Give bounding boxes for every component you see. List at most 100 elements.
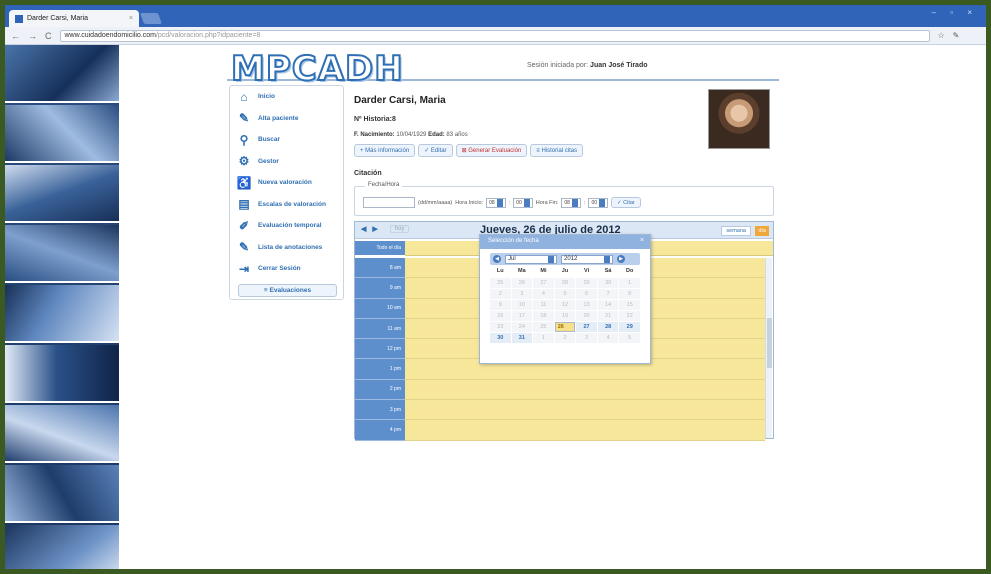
scrollbar-thumb[interactable] xyxy=(767,318,772,368)
sidebar-item-escalas[interactable]: ▤ Escalas de valoración xyxy=(230,194,343,216)
appointment-title: Citación xyxy=(354,170,382,177)
calendar-day[interactable]: 28 xyxy=(554,278,576,288)
evaluations-button[interactable]: ≡ Evaluaciones xyxy=(238,283,337,297)
age-label: Edad: xyxy=(428,132,445,138)
calendar-day[interactable]: 10 xyxy=(511,300,533,310)
hour-label: 9 am xyxy=(355,278,405,299)
generate-evaluation-button[interactable]: ⊠ Generar Evaluación xyxy=(455,144,528,157)
hour-slot[interactable] xyxy=(405,379,765,401)
calendar-day[interactable]: 1 xyxy=(619,278,640,288)
calendar-day[interactable]: 27 xyxy=(576,322,597,332)
back-icon[interactable]: ← xyxy=(11,31,20,41)
wrench-icon[interactable]: ✎ xyxy=(953,31,960,40)
calendar-day[interactable]: 30 xyxy=(490,333,511,343)
birth-label: F. Nacimiento: xyxy=(354,132,395,138)
calendar-day[interactable]: 20 xyxy=(576,311,597,321)
more-info-button[interactable]: + Más información xyxy=(354,144,416,157)
calendar-day[interactable]: 26 xyxy=(511,278,533,288)
calendar-day[interactable]: 17 xyxy=(511,311,533,321)
calendar-day[interactable]: 21 xyxy=(597,311,619,321)
end-minute-select[interactable]: 00 xyxy=(588,197,609,208)
prev-month-icon[interactable]: ◀ xyxy=(493,255,501,263)
calendar-day[interactable]: 18 xyxy=(533,311,554,321)
calendar-day[interactable]: 2 xyxy=(554,333,576,343)
calendar-day[interactable]: 29 xyxy=(576,278,597,288)
calendar-day[interactable]: 12 xyxy=(554,300,576,310)
sidebar-item-nueva-valoracion[interactable]: ♿ Nueva valoración xyxy=(230,172,343,194)
sidebar-item-lista-anotaciones[interactable]: ✎ Lista de anotaciones xyxy=(230,237,343,259)
calendar-day[interactable]: 29 xyxy=(619,322,640,332)
day-view-button[interactable]: día xyxy=(755,226,769,236)
weekday-header: Ju xyxy=(561,268,569,274)
prev-day-icon[interactable]: ◀ xyxy=(361,225,366,233)
calendar-day[interactable]: 28 xyxy=(597,322,619,332)
photo-tile xyxy=(5,45,119,103)
start-minute-select[interactable]: 00 xyxy=(513,197,533,208)
calendar-day[interactable]: 23 xyxy=(490,322,511,332)
calendar-day[interactable]: 5 xyxy=(619,333,640,343)
calendar-day[interactable]: 27 xyxy=(533,278,554,288)
calendar-day[interactable]: 4 xyxy=(533,289,554,299)
calendar-day[interactable]: 16 xyxy=(490,311,511,321)
close-icon[interactable]: × xyxy=(640,237,644,244)
session-user: Juan José Tirado xyxy=(590,62,648,69)
evaluations-button-label: Evaluaciones xyxy=(269,286,312,294)
calendar-day[interactable]: 30 xyxy=(597,278,619,288)
start-hour-select[interactable]: 08 xyxy=(486,197,506,208)
calendar-day[interactable]: 3 xyxy=(576,333,597,343)
calendar-day[interactable]: 3 xyxy=(511,289,533,299)
sidebar-item-evaluacion-temporal[interactable]: ✐ Evaluación temporal xyxy=(230,215,343,237)
calendar-day[interactable]: 8 xyxy=(619,289,640,299)
forward-icon[interactable]: → xyxy=(28,31,37,41)
calendar-day[interactable]: 22 xyxy=(619,311,640,321)
sidebar-item-cerrar-sesion[interactable]: ⇥ Cerrar Sesión xyxy=(230,258,343,280)
address-bar[interactable]: www.cuidadoendomicilio.com/pcd/valoracio… xyxy=(59,29,930,42)
date-input[interactable] xyxy=(363,197,415,208)
next-day-icon[interactable]: ▶ xyxy=(372,225,377,233)
calendar-day[interactable]: 25 xyxy=(490,278,511,288)
citar-button[interactable]: ✓ Citar xyxy=(611,197,641,208)
sidebar-item-alta-paciente[interactable]: ✎ Alta paciente xyxy=(230,108,343,130)
calendar-day[interactable]: 6 xyxy=(576,289,597,299)
sidebar-item-gestor[interactable]: ⚙ Gestor xyxy=(230,151,343,173)
month-select[interactable]: Jul xyxy=(505,254,557,264)
calendar-day[interactable]: 25 xyxy=(533,322,554,332)
calendar-day[interactable]: 5 xyxy=(554,289,576,299)
end-hour-select[interactable]: 08 xyxy=(561,197,581,208)
calendar-day[interactable]: 15 xyxy=(619,300,640,310)
datepicker-title: Selección de fecha xyxy=(488,238,539,244)
new-tab-button[interactable] xyxy=(139,13,163,24)
calendar-day[interactable]: 2 xyxy=(490,289,511,299)
sidebar-item-inicio[interactable]: ⌂ Inicio xyxy=(230,86,343,108)
hour-slot[interactable] xyxy=(405,400,765,421)
next-month-icon[interactable]: ▶ xyxy=(617,255,625,263)
calendar-day[interactable]: 13 xyxy=(576,300,597,310)
week-view-button[interactable]: semana xyxy=(721,226,751,236)
calendar-day[interactable]: 26 xyxy=(554,322,576,332)
star-icon[interactable]: ☆ xyxy=(938,31,945,40)
edit-button[interactable]: ✓ Editar xyxy=(418,144,453,157)
calendar-day[interactable]: 9 xyxy=(490,300,511,310)
calendar-day[interactable]: 7 xyxy=(597,289,619,299)
calendar-day[interactable]: 1 xyxy=(533,333,554,343)
weekday-header: Do xyxy=(626,268,634,274)
reload-icon[interactable]: C xyxy=(45,31,52,41)
calendar-day[interactable]: 11 xyxy=(533,300,554,310)
close-tab-icon[interactable]: × xyxy=(129,15,133,22)
allday-label: Todo el día xyxy=(355,241,405,256)
hour-slot[interactable] xyxy=(405,420,765,441)
site-logo[interactable]: MPCADH xyxy=(230,48,404,90)
browser-tab[interactable]: Darder Carsi, Maria × xyxy=(9,10,139,27)
sidebar-item-buscar[interactable]: ⚲ Buscar xyxy=(230,129,343,151)
today-button[interactable]: hoy xyxy=(389,225,410,233)
appointment-history-button[interactable]: ≡ Historial citas xyxy=(530,144,584,157)
year-select[interactable]: 2012 xyxy=(561,254,613,264)
calendar-day[interactable]: 4 xyxy=(597,333,619,343)
calendar-day[interactable]: 24 xyxy=(511,322,533,332)
window-controls[interactable]: – ▫ × xyxy=(932,8,978,17)
calendar-day[interactable]: 14 xyxy=(597,300,619,310)
calendar-day[interactable]: 31 xyxy=(511,333,533,343)
history-label: Nº Historia: xyxy=(354,116,392,123)
calendar-day[interactable]: 19 xyxy=(554,311,576,321)
calendar-scrollbar[interactable] xyxy=(765,258,772,438)
